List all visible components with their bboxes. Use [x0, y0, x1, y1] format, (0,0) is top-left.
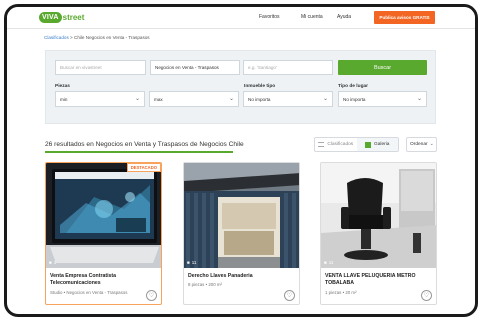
chevron-down-icon: ⌄: [416, 96, 422, 102]
filter-label-inmueble-tipo: Inmueble tipo: [244, 84, 276, 89]
photo-count: ■ 11: [324, 260, 333, 265]
inmueble-tipo-select[interactable]: No importa ⌄: [243, 91, 333, 107]
listing-title[interactable]: VENTA LLAVE PELUQUERIA METRO TOBALABA: [325, 273, 425, 287]
listing-meta: 8 piezas • 200 m²: [188, 282, 222, 287]
photo-count-value: 11: [191, 260, 197, 265]
breadcrumb-current: Chile Negocios en Venta - Traspasos: [74, 35, 150, 40]
nav-ayuda[interactable]: Ayuda: [337, 14, 351, 20]
grid-icon: [365, 141, 372, 148]
nav-favoritos[interactable]: Favoritos: [259, 14, 280, 20]
search-panel: Buscar en vivastreet Negocios en Venta -…: [45, 50, 436, 124]
inmueble-tipo-value: No importa: [248, 96, 271, 102]
breadcrumb-separator: >: [70, 35, 73, 40]
listing-card[interactable]: ■ 11 Derecho Llaves Panaderia 8 piezas •…: [183, 162, 300, 305]
chevron-down-icon: ⌄: [322, 96, 328, 102]
photo-count: ■ 11: [187, 260, 196, 265]
category-input[interactable]: Negocios en Venta - Traspasos: [150, 60, 240, 75]
photo-count: ■ 1: [49, 260, 56, 265]
chevron-down-icon: ⌄: [134, 96, 140, 102]
filter-label-piezas: Piezas: [55, 84, 70, 89]
heart-icon[interactable]: ♡: [284, 290, 295, 301]
site-header: VIVA street Favoritos Mi cuenta Ayuda Pu…: [7, 7, 475, 29]
tipo-lugar-value: No importa: [343, 96, 366, 102]
browser-frame: VIVA street Favoritos Mi cuenta Ayuda Pu…: [4, 4, 478, 317]
piezas-min-value: min: [60, 96, 68, 102]
listing-meta: Studio • Negocios en Venta - Traspasos: [50, 290, 128, 295]
logo-street: street: [62, 13, 85, 22]
list-icon: [318, 142, 325, 147]
heart-icon[interactable]: ♡: [146, 290, 157, 301]
results-underline: [45, 151, 233, 153]
piezas-max-value: max: [154, 96, 163, 102]
listing-photo[interactable]: ■ 11: [321, 163, 436, 268]
listing-title[interactable]: Venta Empresa Contratista Telecomunicaci…: [50, 273, 150, 287]
barber-shop-photo: [321, 163, 436, 268]
order-select[interactable]: Ordenar ⌄: [406, 137, 437, 152]
photo-count-value: 1: [53, 260, 57, 265]
results-heading: 26 resultados en Negocios en Venta y Tra…: [45, 141, 244, 148]
bakery-photo: [184, 163, 299, 268]
tipo-lugar-select[interactable]: No importa ⌄: [338, 91, 427, 107]
chevron-down-icon: ⌄: [228, 96, 234, 102]
featured-badge: DESTACADO: [126, 163, 161, 172]
laptop-photo: [46, 163, 161, 268]
listing-card[interactable]: ■ 11 VENTA LLAVE PELUQUERIA METRO TOBALA…: [320, 162, 437, 305]
vivastreet-logo[interactable]: VIVA street: [39, 12, 84, 23]
view-toggle: Clasificados Galeria: [314, 137, 399, 152]
piezas-min-select[interactable]: min ⌄: [55, 91, 145, 107]
listing-title[interactable]: Derecho Llaves Panaderia: [188, 273, 288, 280]
location-input[interactable]: e.g. 'Santiago': [243, 60, 333, 75]
listing-meta: 1 piezas • 20 m²: [325, 290, 357, 295]
breadcrumb: Clasificados > Chile Negocios en Venta -…: [44, 35, 150, 40]
photo-count-value: 11: [328, 260, 334, 265]
listing-card[interactable]: DESTACADO ■ 1 Venta Empresa Contratista …: [45, 162, 162, 305]
breadcrumb-home[interactable]: Clasificados: [44, 35, 69, 40]
camera-icon: ■: [324, 260, 327, 265]
search-button[interactable]: Buscar: [338, 60, 427, 75]
chevron-down-icon: ⌄: [429, 142, 434, 147]
view-gallery-label: Galeria: [374, 142, 390, 147]
logo-viva: VIVA: [39, 12, 62, 23]
view-list-label: Clasificados: [327, 142, 354, 147]
listing-photo[interactable]: DESTACADO ■ 1: [46, 163, 161, 268]
listing-photo[interactable]: ■ 11: [184, 163, 299, 268]
order-label: Ordenar: [410, 142, 428, 147]
heart-icon[interactable]: ♡: [421, 290, 432, 301]
piezas-max-select[interactable]: max ⌄: [149, 91, 239, 107]
view-list-button[interactable]: Clasificados: [315, 138, 357, 151]
post-ad-button[interactable]: Publica avisos GRATIS: [374, 11, 435, 24]
filter-label-tipo-lugar: Tipo de lugar: [338, 84, 369, 89]
keyword-input[interactable]: Buscar en vivastreet: [55, 60, 146, 75]
camera-icon: ■: [187, 260, 190, 265]
nav-mi-cuenta[interactable]: Mi cuenta: [301, 14, 323, 20]
camera-icon: ■: [49, 260, 52, 265]
view-gallery-button[interactable]: Galeria: [356, 138, 398, 151]
